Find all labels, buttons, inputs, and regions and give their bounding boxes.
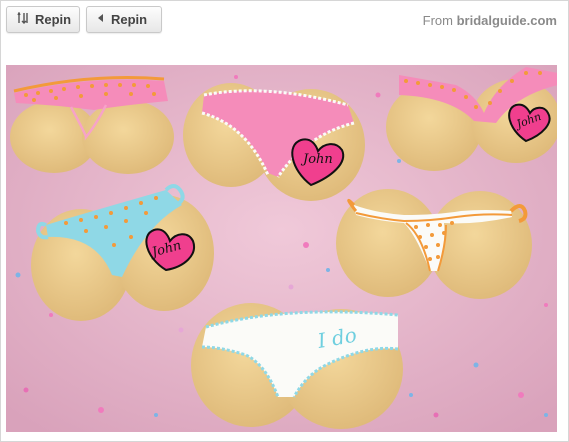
repin-button[interactable]: Repin [6, 6, 80, 33]
cookies-photo: John John John I do [6, 65, 557, 432]
repin-icon [17, 11, 29, 27]
repin-secondary-button[interactable]: Repin [86, 6, 162, 33]
pin-toolbar: Repin Repin From bridalguide.com [1, 1, 568, 61]
cookie-pink-dotted [10, 76, 174, 174]
caret-left-icon [97, 13, 105, 26]
pin-image[interactable]: John John John I do [6, 65, 557, 432]
cookie-white-i-do: I do [191, 303, 403, 429]
source-link[interactable]: bridalguide.com [457, 13, 557, 28]
source-prefix: From [422, 13, 453, 28]
pin-card: Repin Repin From bridalguide.com John Jo… [0, 0, 569, 442]
repin-button-label: Repin [35, 12, 72, 27]
source-attribution: From bridalguide.com [423, 13, 557, 28]
repin-secondary-button-label: Repin [111, 12, 148, 27]
cookie-text-john-1: John [300, 152, 333, 167]
